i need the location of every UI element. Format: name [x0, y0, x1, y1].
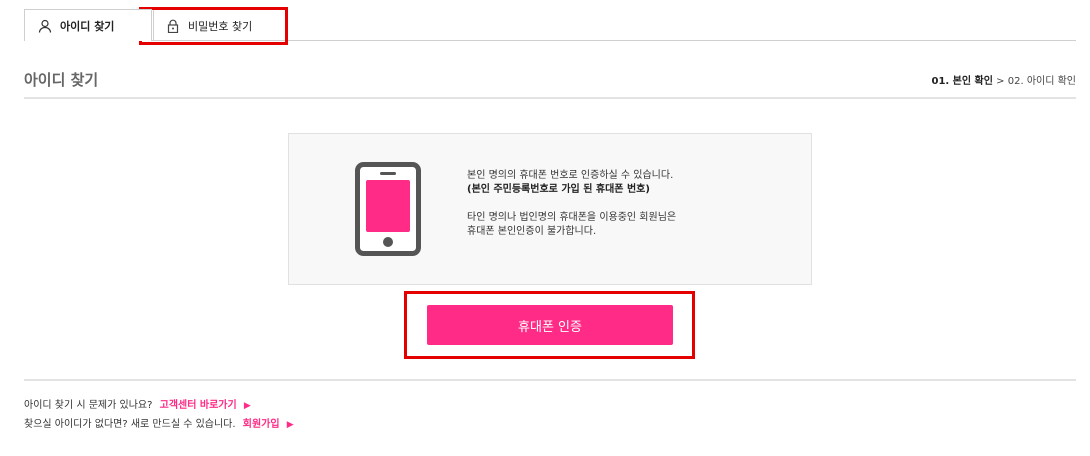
arrow-right-icon: ▶: [286, 420, 294, 430]
phone-auth-info-box: 본인 명의의 휴대폰 번호로 인증하실 수 있습니다. (본인 주민등록번호로 …: [288, 133, 812, 285]
step-breadcrumb: 01. 본인 확인 > 02. 아이디 확인: [931, 72, 1076, 87]
page-title: 아이디 찾기: [24, 71, 99, 89]
footer-divider: [24, 379, 1076, 381]
header-divider: [24, 97, 1076, 99]
highlight-box-auth-button: [404, 291, 695, 359]
help-question-1: 아이디 찾기 시 문제가 있나요?: [24, 400, 153, 411]
help-row-signup: 찾으실 아이디가 없다면? 새로 만드실 수 있습니다. 회원가입 ▶: [24, 415, 294, 430]
info-line-3: 타인 명의나 법인명의 휴대폰을 이용중인 회원님은: [467, 212, 677, 223]
user-icon: [38, 19, 52, 33]
signup-link[interactable]: 회원가입: [243, 419, 280, 430]
smartphone-icon: [355, 162, 421, 256]
arrow-right-icon: ▶: [243, 401, 251, 411]
info-line-4: 휴대폰 본인인증이 불가합니다.: [467, 226, 597, 237]
help-question-2: 찾으실 아이디가 없다면? 새로 만드실 수 있습니다.: [24, 419, 236, 430]
find-id-page: 아이디 찾기 비밀번호 찾기 아이디 찾기 01. 본인 확인 > 02. 아이…: [0, 0, 1090, 456]
help-row-support: 아이디 찾기 시 문제가 있나요? 고객센터 바로가기 ▶: [24, 396, 251, 411]
step-separator: >: [996, 76, 1005, 87]
info-line-2: (본인 주민등록번호로 가입 된 휴대폰 번호): [467, 184, 650, 195]
info-text: 본인 명의의 휴대폰 번호로 인증하실 수 있습니다. (본인 주민등록번호로 …: [467, 169, 676, 239]
tab-find-id[interactable]: 아이디 찾기: [24, 9, 152, 41]
info-line-1: 본인 명의의 휴대폰 번호로 인증하실 수 있습니다.: [467, 170, 674, 181]
step-next: 02. 아이디 확인: [1007, 76, 1076, 87]
highlight-box-password-tab: [139, 7, 288, 45]
tab-find-id-label: 아이디 찾기: [60, 19, 115, 33]
support-center-link[interactable]: 고객센터 바로가기: [160, 400, 237, 411]
step-current: 01. 본인 확인: [931, 76, 993, 87]
